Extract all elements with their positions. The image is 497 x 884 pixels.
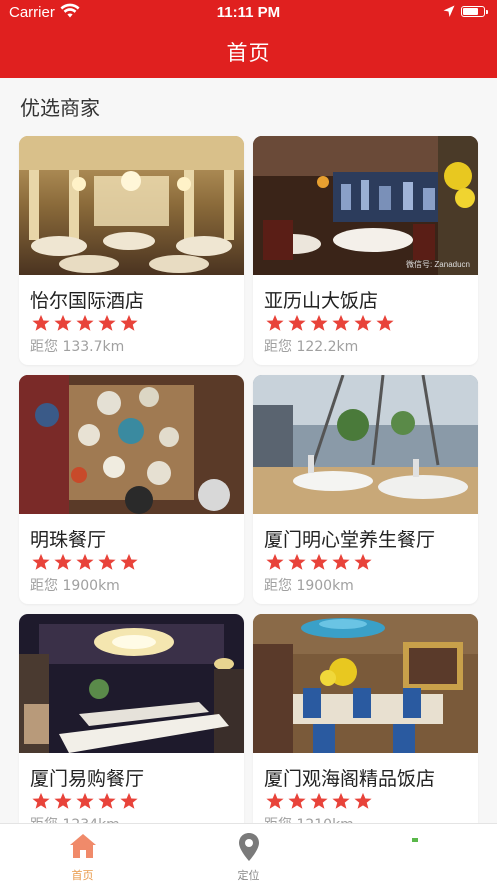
star-icon bbox=[98, 792, 116, 809]
merchant-photo bbox=[19, 375, 244, 514]
star-icon bbox=[310, 314, 328, 331]
star-icon bbox=[310, 792, 328, 809]
star-icon bbox=[376, 314, 394, 331]
rating-stars bbox=[30, 314, 140, 334]
star-icon bbox=[54, 314, 72, 331]
battery-icon bbox=[461, 6, 488, 17]
page-title: 首页 bbox=[226, 41, 271, 65]
merchant-name: 厦门观海阁精品饭店 bbox=[264, 768, 436, 790]
merchant-name: 明珠餐厅 bbox=[30, 529, 107, 551]
star-icon bbox=[54, 553, 72, 570]
tab-home[interactable]: 首页 bbox=[0, 824, 165, 884]
tab-bar: 首页 定位 bbox=[0, 823, 497, 884]
star-icon bbox=[32, 792, 50, 809]
star-icon bbox=[288, 314, 306, 331]
merchant-photo bbox=[19, 136, 244, 275]
star-icon bbox=[310, 553, 328, 570]
nav-bar: 首页 bbox=[0, 26, 497, 78]
merchant-card[interactable]: 厦门明心堂养生餐厅 距您 1900km bbox=[253, 375, 478, 604]
star-icon bbox=[354, 314, 372, 331]
star-icon bbox=[98, 553, 116, 570]
star-icon bbox=[120, 792, 138, 809]
star-icon bbox=[266, 314, 284, 331]
star-icon bbox=[98, 314, 116, 331]
star-icon bbox=[332, 553, 350, 570]
merchant-name: 厦门明心堂养生餐厅 bbox=[264, 529, 436, 551]
merchant-card[interactable]: 厦门易购餐厅 距您 1234km bbox=[19, 614, 244, 843]
rating-stars bbox=[264, 553, 374, 573]
rating-stars bbox=[30, 792, 140, 812]
star-icon bbox=[288, 792, 306, 809]
merchant-photo bbox=[19, 614, 244, 753]
merchant-card[interactable]: 怡尔国际酒店 距您 133.7km bbox=[19, 136, 244, 365]
rating-stars bbox=[264, 792, 374, 812]
star-icon bbox=[354, 792, 372, 809]
star-icon bbox=[32, 314, 50, 331]
star-icon bbox=[120, 314, 138, 331]
merchant-distance: 距您 133.7km bbox=[30, 339, 125, 355]
tab-more[interactable] bbox=[332, 824, 497, 884]
more-icon bbox=[332, 832, 497, 864]
star-icon bbox=[76, 792, 94, 809]
location-arrow-icon bbox=[443, 5, 455, 23]
photo-watermark: 微信号: Zanaducn bbox=[405, 260, 470, 269]
star-icon bbox=[54, 792, 72, 809]
merchant-distance: 距您 1900km bbox=[264, 578, 354, 594]
merchant-name: 亚历山大饭店 bbox=[264, 290, 379, 312]
clock: 11:11 PM bbox=[216, 4, 281, 21]
star-icon bbox=[120, 553, 138, 570]
merchant-card[interactable]: 厦门观海阁精品饭店 距您 1210km bbox=[253, 614, 478, 843]
tab-location[interactable]: 定位 bbox=[166, 824, 331, 884]
star-icon bbox=[288, 553, 306, 570]
star-icon bbox=[332, 792, 350, 809]
merchant-distance: 距您 122.2km bbox=[264, 339, 359, 355]
home-icon bbox=[0, 832, 165, 864]
tab-label: 定位 bbox=[237, 869, 260, 882]
merchant-name: 厦门易购餐厅 bbox=[30, 768, 145, 790]
star-icon bbox=[332, 314, 350, 331]
merchant-card[interactable]: 微信号: Zanaducn 亚历山大饭店 距您 122.2km bbox=[253, 136, 478, 365]
star-icon bbox=[354, 553, 372, 570]
star-icon bbox=[32, 553, 50, 570]
merchant-photo: 微信号: Zanaducn bbox=[253, 136, 478, 275]
merchant-distance: 距您 1900km bbox=[30, 578, 120, 594]
section-title: 优选商家 bbox=[20, 96, 100, 120]
rating-stars bbox=[30, 553, 140, 573]
star-icon bbox=[266, 553, 284, 570]
star-icon bbox=[76, 314, 94, 331]
star-icon bbox=[76, 553, 94, 570]
merchant-card[interactable]: 明珠餐厅 距您 1900km bbox=[19, 375, 244, 604]
merchant-photo bbox=[253, 375, 478, 514]
merchant-name: 怡尔国际酒店 bbox=[30, 290, 145, 312]
rating-stars bbox=[264, 314, 396, 334]
star-icon bbox=[266, 792, 284, 809]
location-pin-icon bbox=[166, 832, 331, 866]
merchant-photo bbox=[253, 614, 478, 753]
status-bar: Carrier 11:11 PM bbox=[0, 0, 497, 26]
tab-label: 首页 bbox=[71, 869, 94, 882]
